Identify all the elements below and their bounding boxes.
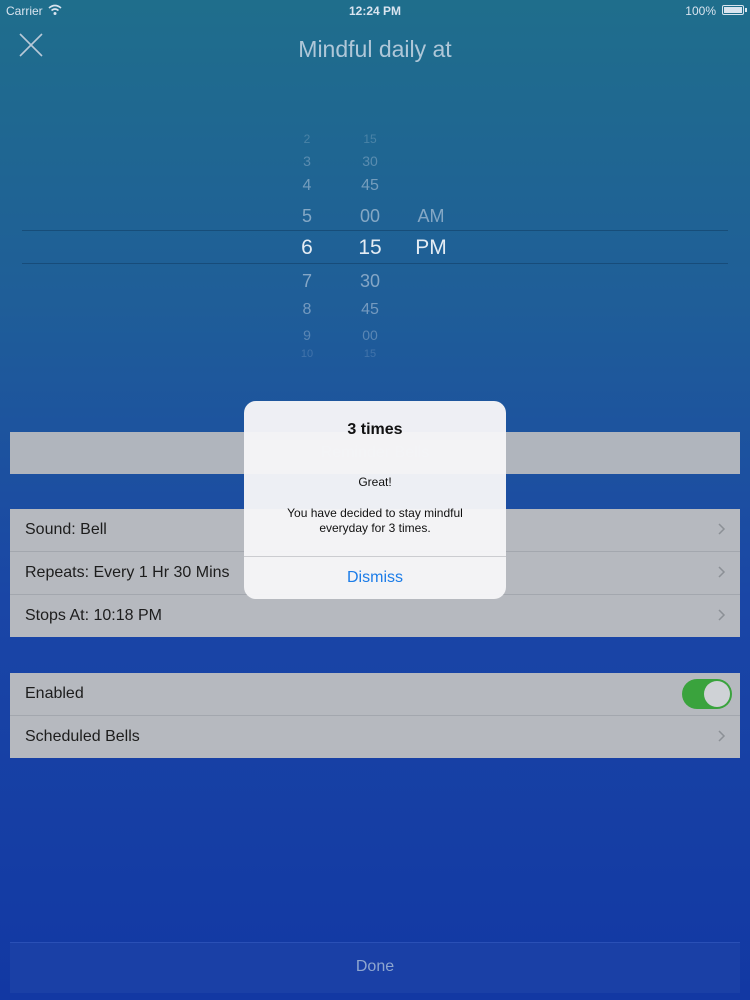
hour-row[interactable]: 10 <box>277 348 337 360</box>
alert-dialog: 3 times Great! You have decided to stay … <box>244 401 506 599</box>
alert-message: You have decided to stay mindful everyda… <box>287 506 463 535</box>
sound-label: Sound: Bell <box>25 521 107 538</box>
period-row-selected[interactable]: PM <box>401 236 461 260</box>
stops-at-row[interactable]: Stops At: 10:18 PM <box>10 595 740 637</box>
done-bar: Done <box>10 942 740 993</box>
battery-nub <box>745 8 747 12</box>
dismiss-button[interactable]: Dismiss <box>244 557 506 599</box>
period-column[interactable]: AM PM <box>401 120 461 370</box>
chevron-right-icon <box>718 730 726 742</box>
hour-row[interactable]: 8 <box>277 301 337 319</box>
battery-icon <box>722 5 744 15</box>
minute-row[interactable]: 45 <box>340 301 400 319</box>
hour-row[interactable]: 2 <box>277 132 337 146</box>
time-picker[interactable]: 2 3 4 5 6 7 8 9 10 15 30 45 00 15 30 45 … <box>0 120 750 370</box>
chevron-right-icon <box>718 566 726 578</box>
toggle-knob <box>704 681 730 707</box>
minute-row[interactable]: 30 <box>340 153 400 169</box>
chevron-right-icon <box>718 609 726 621</box>
toggles-group: Enabled Scheduled Bells <box>10 673 740 758</box>
minute-row[interactable]: 15 <box>340 348 400 360</box>
enabled-toggle[interactable] <box>682 679 732 709</box>
battery-percent: 100% <box>685 4 716 18</box>
minute-row[interactable]: 30 <box>340 271 400 292</box>
page-title: Mindful daily at <box>298 36 452 62</box>
done-button[interactable]: Done <box>10 958 740 976</box>
hour-row-selected[interactable]: 6 <box>277 236 337 260</box>
hour-row[interactable]: 4 <box>277 177 337 195</box>
minute-column[interactable]: 15 30 45 00 15 30 45 00 15 <box>340 120 400 370</box>
enabled-row: Enabled <box>10 673 740 716</box>
minute-row[interactable]: 15 <box>340 132 400 146</box>
scheduled-bells-row[interactable]: Scheduled Bells <box>10 716 740 758</box>
period-row[interactable]: AM <box>401 206 461 227</box>
alert-title: 3 times <box>347 421 403 438</box>
scheduled-bells-label: Scheduled Bells <box>25 728 140 745</box>
alert-greeting: Great! <box>358 475 392 489</box>
hour-row[interactable]: 5 <box>277 206 337 227</box>
hour-row[interactable]: 9 <box>277 327 337 343</box>
hour-row[interactable]: 7 <box>277 271 337 292</box>
status-time: 12:24 PM <box>348 4 402 18</box>
enabled-label: Enabled <box>25 685 84 702</box>
minute-row[interactable]: 00 <box>340 327 400 343</box>
minute-row-selected[interactable]: 15 <box>340 236 400 260</box>
hour-column[interactable]: 2 3 4 5 6 7 8 9 10 <box>277 120 337 370</box>
chevron-right-icon <box>718 523 726 535</box>
status-bar: Carrier 12:24 PM 100% <box>0 0 750 22</box>
stops-at-label: Stops At: 10:18 PM <box>25 607 162 624</box>
minute-row[interactable]: 00 <box>340 206 400 227</box>
minute-row[interactable]: 45 <box>340 177 400 195</box>
repeats-label: Repeats: Every 1 Hr 30 Mins <box>25 564 230 581</box>
hour-row[interactable]: 3 <box>277 153 337 169</box>
